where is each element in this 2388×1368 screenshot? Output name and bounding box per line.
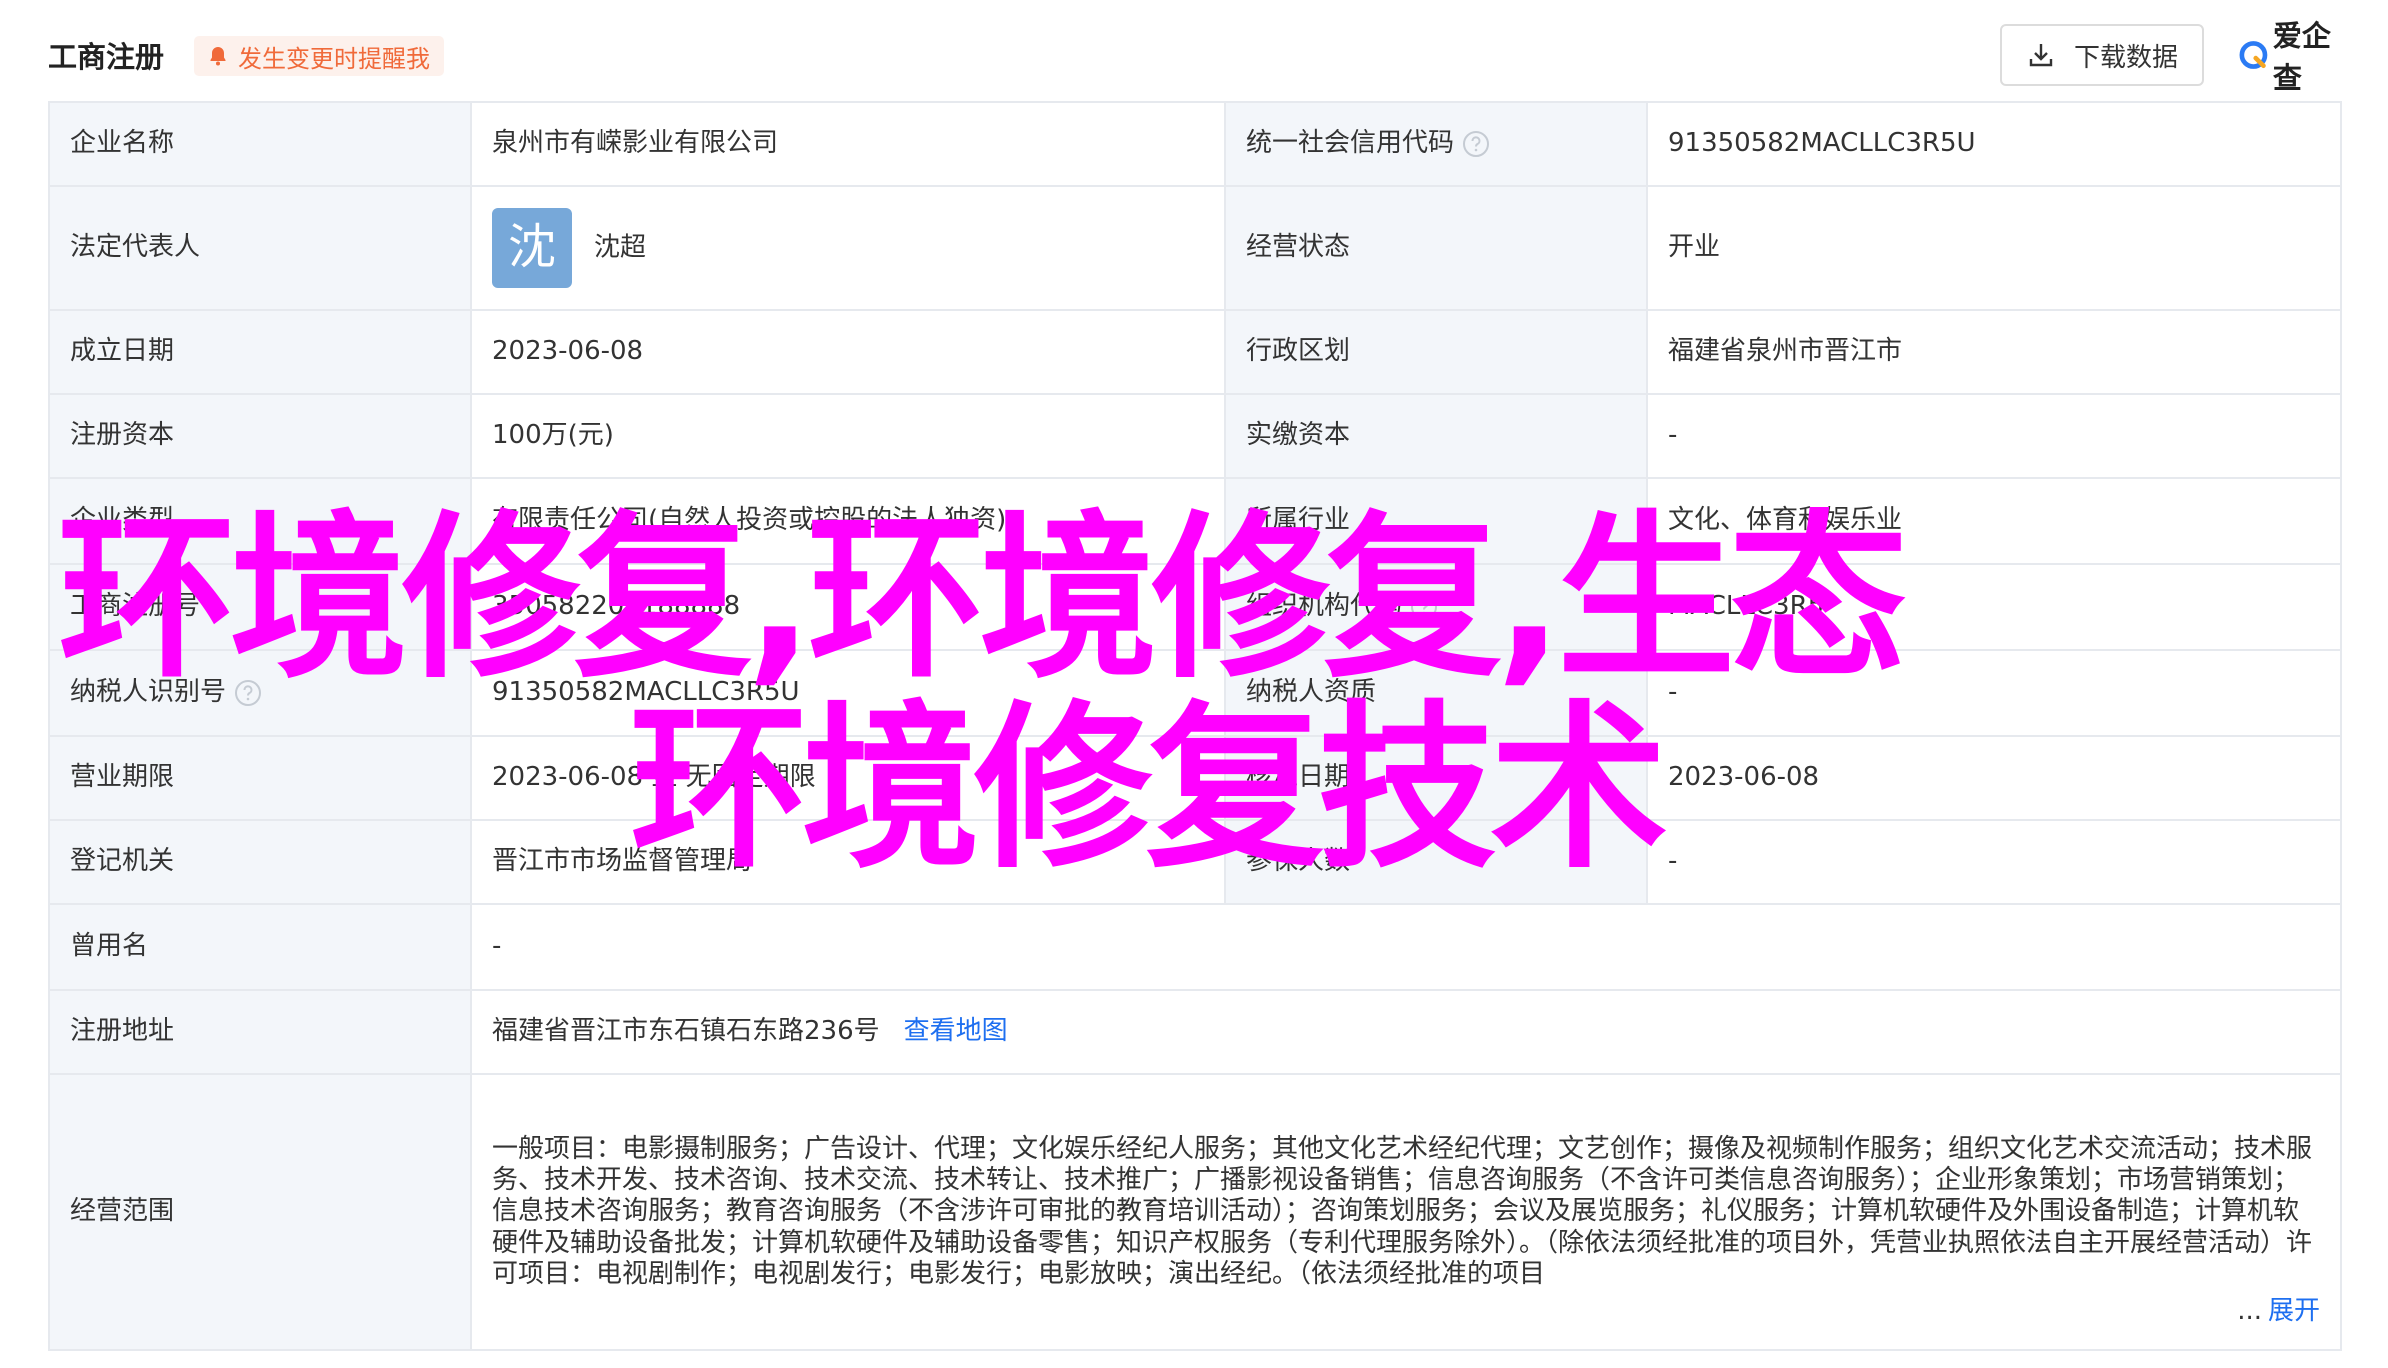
table-row: 营业期限 2023-06-08 至 无固定期限 核准日期 2023-06-08 (48, 735, 2342, 821)
help-icon[interactable] (234, 679, 262, 707)
row-label: 注册资本 (48, 393, 472, 479)
legal-rep-cell: 沈沈超 (470, 185, 1226, 311)
credit-code-value: 91350582MACLLC3R5U (1646, 101, 2342, 187)
registration-authority-value: 晋江市市场监督管理局 (470, 819, 1226, 905)
avatar[interactable]: 沈 (492, 208, 572, 288)
row-label: 企业名称 (48, 101, 472, 187)
paid-capital-value: - (1646, 393, 2342, 479)
company-type-value: 有限责任公司(自然人投资或控股的法人独资) (470, 477, 1226, 565)
bell-icon (210, 47, 226, 66)
download-label: 下载数据 (2073, 42, 2178, 73)
table-row: 登记机关 晋江市市场监督管理局 参保人数 - (48, 819, 2342, 905)
notify-label: 发生变更时提醒我 (238, 44, 430, 73)
row-label: 组织机构代码 (1224, 563, 1648, 651)
taxpayer-id-label: 纳税人识别号 (70, 677, 227, 708)
legal-rep-value[interactable]: 沈超 (594, 233, 646, 263)
table-row: 企业类型 有限责任公司(自然人投资或控股的法人独资) 所属行业 文化、体育和娱乐… (48, 477, 2342, 565)
section-header: 工商注册 发生变更时提醒我 下载数据 爱企查 (48, 19, 2340, 95)
row-label: 成立日期 (48, 309, 472, 395)
address-value: 福建省晋江市东石镇石东路236号 (492, 1016, 880, 1047)
insured-count-value: - (1646, 819, 2342, 905)
table-row: 纳税人识别号 91350582MACLLC3R5U 纳税人资质 - (48, 649, 2342, 737)
download-data-button[interactable]: 下载数据 (2000, 24, 2204, 86)
row-label: 法定代表人 (48, 185, 472, 311)
download-icon (2029, 44, 2053, 67)
expand-control: ... 展开 (2227, 1287, 2320, 1335)
row-label: 经营状态 (1224, 185, 1648, 311)
taxpayer-qualification-value: - (1646, 649, 2342, 737)
table-row: 法定代表人 沈沈超 经营状态 开业 (48, 185, 2342, 311)
section-title: 工商注册 (48, 40, 165, 74)
row-label: 核准日期 (1224, 735, 1648, 821)
row-label: 企业类型 (48, 477, 472, 565)
registration-info-table: 企业名称 泉州市有嵘影业有限公司 统一社会信用代码 91350582MACLLC… (48, 101, 2342, 1351)
taxpayer-id-value: 91350582MACLLC3R5U (470, 649, 1226, 737)
ellipsis: ... (2237, 1296, 2262, 1326)
row-label: 营业期限 (48, 735, 472, 821)
row-label: 经营范围 (48, 1073, 472, 1351)
table-row: 企业名称 泉州市有嵘影业有限公司 统一社会信用代码 91350582MACLLC… (48, 101, 2342, 187)
row-label: 工商注册号 (48, 563, 472, 651)
view-map-link[interactable]: 查看地图 (904, 1016, 1008, 1046)
address-cell: 福建省晋江市东石镇石东路236号 查看地图 (470, 989, 2342, 1075)
registration-number-value: 350582201188888 (470, 563, 1226, 651)
row-label: 实缴资本 (1224, 393, 1648, 479)
table-row: 注册地址 福建省晋江市东石镇石东路236号 查看地图 (48, 989, 2342, 1075)
row-label: 纳税人识别号 (48, 649, 472, 737)
table-row: 成立日期 2023-06-08 行政区划 福建省泉州市晋江市 (48, 309, 2342, 395)
org-code-value: MACLLC3R5 (1646, 563, 2342, 651)
row-label: 所属行业 (1224, 477, 1648, 565)
industry-value: 文化、体育和娱乐业 (1646, 477, 2342, 565)
aiqicha-logo: 爱企查 (2238, 19, 2340, 95)
credit-code-label: 统一社会信用代码 (1246, 128, 1455, 159)
change-notify-button[interactable]: 发生变更时提醒我 (194, 36, 444, 76)
founded-date-value: 2023-06-08 (470, 309, 1226, 395)
logo-text: 爱企查 (2272, 19, 2331, 95)
logo-q-icon (2239, 41, 2268, 69)
row-label: 参保人数 (1224, 819, 1648, 905)
org-code-label: 组织机构代码 (1246, 591, 1403, 622)
table-row: 工商注册号 350582201188888 组织机构代码 MACLLC3R5 (48, 563, 2342, 651)
registered-capital-value: 100万(元) (470, 393, 1226, 479)
help-icon[interactable] (1462, 130, 1490, 158)
row-label: 曾用名 (48, 903, 472, 991)
former-name-value: - (470, 903, 2342, 991)
table-row: 经营范围 一般项目：电影摄制服务；广告设计、代理；文化娱乐经纪人服务；其他文化艺… (48, 1073, 2342, 1351)
approval-date-value: 2023-06-08 (1646, 735, 2342, 821)
company-name-value: 泉州市有嵘影业有限公司 (470, 101, 1226, 187)
expand-link[interactable]: 展开 (2268, 1296, 2320, 1326)
row-label: 登记机关 (48, 819, 472, 905)
business-term-value: 2023-06-08 至 无固定期限 (470, 735, 1226, 821)
row-label: 注册地址 (48, 989, 472, 1075)
row-label: 统一社会信用代码 (1224, 101, 1648, 187)
table-row: 注册资本 100万(元) 实缴资本 - (48, 393, 2342, 479)
status-value: 开业 (1646, 185, 2342, 311)
row-label: 纳税人资质 (1224, 649, 1648, 737)
region-value: 福建省泉州市晋江市 (1646, 309, 2342, 395)
row-label: 行政区划 (1224, 309, 1648, 395)
help-icon[interactable] (1410, 593, 1438, 621)
business-scope-cell: 一般项目：电影摄制服务；广告设计、代理；文化娱乐经纪人服务；其他文化艺术经纪代理… (470, 1073, 2342, 1351)
business-scope-value: 一般项目：电影摄制服务；广告设计、代理；文化娱乐经纪人服务；其他文化艺术经纪代理… (492, 1134, 2313, 1289)
table-row: 曾用名 - (48, 903, 2342, 991)
